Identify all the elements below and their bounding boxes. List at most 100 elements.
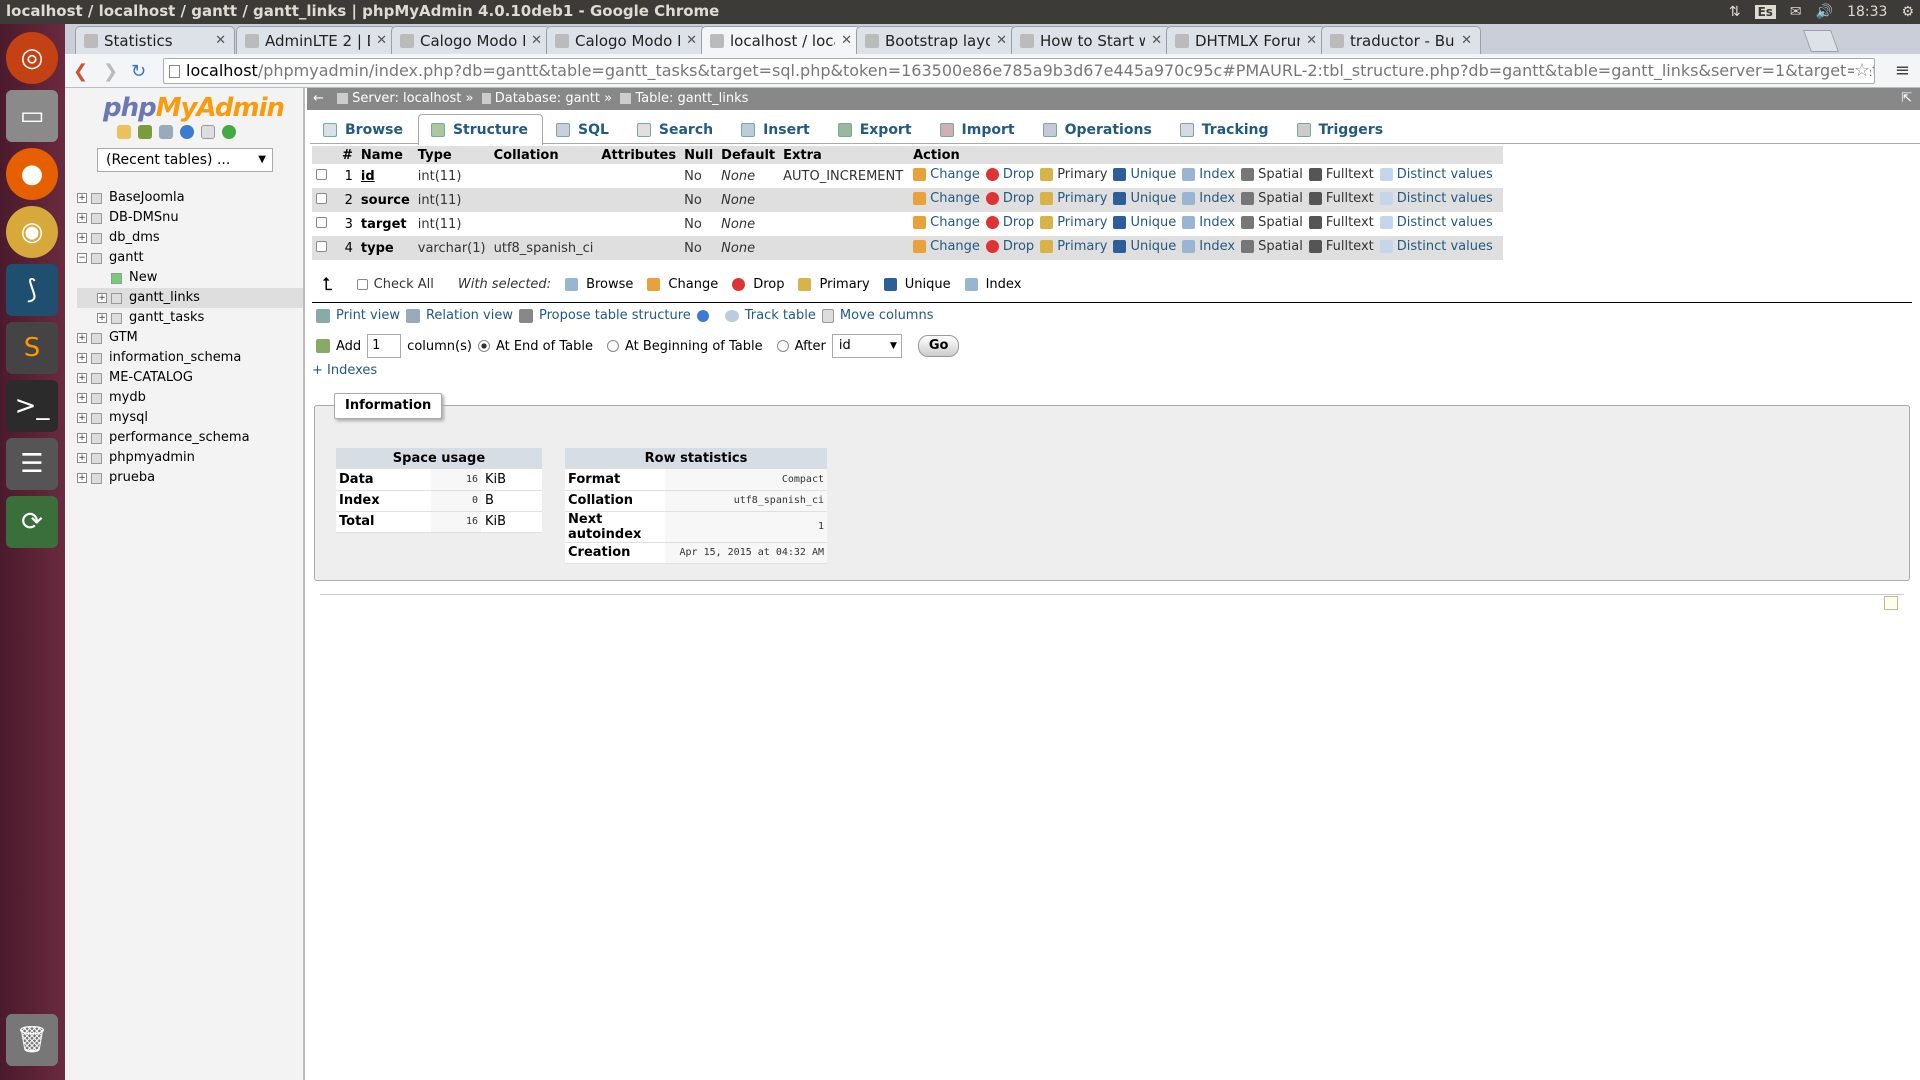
tab-sql[interactable]: SQL	[543, 114, 624, 144]
tree-node-label[interactable]: mydb	[109, 388, 146, 408]
documentation-icon[interactable]	[201, 125, 215, 139]
action-primary[interactable]: Primary	[1040, 239, 1107, 254]
tree-node[interactable]: + GTM	[77, 328, 303, 348]
terminal-icon[interactable]: >_	[6, 380, 58, 432]
action-change[interactable]: Change	[913, 239, 980, 254]
menu-icon[interactable]: ≡	[1895, 60, 1910, 81]
tab-search[interactable]: Search	[624, 114, 728, 144]
sublime-text-icon[interactable]: S	[6, 322, 58, 374]
tree-node[interactable]: + performance_schema	[77, 428, 303, 448]
action-unique[interactable]: Unique	[1113, 239, 1176, 254]
tree-node[interactable]: + information_schema	[77, 348, 303, 368]
after-label[interactable]: After	[795, 339, 826, 354]
pma-logo[interactable]: phpMyAdmin	[103, 93, 285, 123]
expand-icon[interactable]: +	[97, 293, 107, 303]
tree-node-label[interactable]: New	[129, 268, 157, 288]
action-spatial[interactable]: Spatial	[1241, 239, 1303, 254]
with-selected-drop[interactable]: Drop	[732, 277, 784, 292]
tree-node-label[interactable]: gantt	[109, 248, 144, 268]
browser-tab[interactable]: How to Start with dh ✕	[1011, 26, 1171, 54]
action-fulltext[interactable]: Fulltext	[1308, 215, 1374, 230]
with-selected-unique[interactable]: Unique	[883, 277, 951, 292]
action-distinct-values[interactable]: Distinct values	[1379, 191, 1493, 206]
tree-node-label[interactable]: GTM	[109, 328, 138, 348]
tree-node-label[interactable]: gantt_tasks	[129, 308, 204, 328]
logout-icon[interactable]	[138, 125, 152, 139]
action-change[interactable]: Change	[913, 191, 980, 206]
with-selected-change[interactable]: Change	[647, 277, 718, 292]
with-selected-browse[interactable]: Browse	[565, 277, 633, 292]
indexes-toggle-link[interactable]: + Indexes	[312, 363, 377, 378]
at-beginning-label[interactable]: At Beginning of Table	[625, 339, 763, 354]
action-unique[interactable]: Unique	[1113, 167, 1176, 182]
with-selected-primary[interactable]: Primary	[798, 277, 870, 292]
action-drop[interactable]: Drop	[985, 191, 1034, 206]
tree-node-label[interactable]: prueba	[109, 468, 155, 488]
tree-node-label[interactable]: ME-CATALOG	[109, 368, 193, 388]
action-primary[interactable]: Primary	[1040, 215, 1107, 230]
mysql-workbench-icon[interactable]: ⟆	[6, 264, 58, 316]
collapse-nav-icon[interactable]: ←	[313, 88, 324, 110]
trash-icon[interactable]: 🗑	[6, 1014, 58, 1066]
tree-node-label[interactable]: performance_schema	[109, 428, 250, 448]
action-spatial[interactable]: Spatial	[1241, 167, 1303, 182]
action-fulltext[interactable]: Fulltext	[1308, 167, 1374, 182]
propose-structure-link[interactable]: Propose table structure	[539, 308, 691, 323]
tree-node-label[interactable]: db_dms	[109, 228, 160, 248]
after-column-select[interactable]: id ▼	[831, 334, 902, 358]
browser-tab[interactable]: Statistics ✕	[75, 26, 235, 54]
action-drop[interactable]: Drop	[985, 239, 1034, 254]
tab-tracking[interactable]: Tracking	[1167, 114, 1284, 144]
track-table-link[interactable]: Track table	[745, 308, 816, 323]
tree-node-label[interactable]: DB-DMSnu	[109, 208, 179, 228]
close-tab-icon[interactable]: ✕	[1151, 33, 1162, 48]
tree-node[interactable]: + prueba	[77, 468, 303, 488]
close-tab-icon[interactable]: ✕	[531, 33, 542, 48]
expand-icon[interactable]: +	[97, 313, 107, 323]
breadcrumb-server[interactable]: Server: localhost »	[352, 91, 473, 106]
action-spatial[interactable]: Spatial	[1241, 215, 1303, 230]
reload-navigation-icon[interactable]	[222, 125, 236, 139]
tree-node[interactable]: + db_dms	[77, 228, 303, 248]
action-fulltext[interactable]: Fulltext	[1308, 191, 1374, 206]
browser-tab[interactable]: Bootstrap layout ✕	[856, 26, 1016, 54]
tree-node[interactable]: New	[77, 268, 303, 288]
tree-node[interactable]: + DB-DMSnu	[77, 208, 303, 228]
mail-icon[interactable]: ✉	[1790, 4, 1802, 20]
query-window-icon[interactable]	[159, 125, 173, 139]
close-tab-icon[interactable]: ✕	[1306, 33, 1317, 48]
network-icon[interactable]: ⇅	[1729, 4, 1741, 20]
tab-operations[interactable]: Operations	[1030, 114, 1167, 144]
browser-tab[interactable]: Calogo Modo Expert ✕	[391, 26, 551, 54]
collapse-icon[interactable]: −	[77, 253, 87, 263]
browser-tab[interactable]: traductor - Buscar co ✕	[1321, 26, 1481, 54]
home-icon[interactable]	[117, 125, 131, 139]
tree-node-label[interactable]: information_schema	[109, 348, 241, 368]
volume-icon[interactable]: 🔊	[1816, 4, 1833, 20]
close-tab-icon[interactable]: ✕	[215, 33, 226, 48]
row-checkbox[interactable]	[316, 240, 327, 252]
close-tab-icon[interactable]: ✕	[686, 33, 697, 48]
breadcrumb-database[interactable]: Database: gantt »	[495, 91, 612, 106]
tree-node-label[interactable]: mysql	[109, 408, 148, 428]
reload-icon[interactable]: ↻	[131, 61, 146, 82]
forward-icon[interactable]: ❯	[103, 61, 118, 82]
address-bar[interactable]: localhost/phpmyadmin/index.php?db=gantt&…	[163, 58, 1875, 84]
breadcrumb-table[interactable]: Table: gantt_links	[635, 91, 748, 106]
new-tab-button[interactable]	[1802, 30, 1840, 52]
with-selected-index[interactable]: Index	[964, 277, 1021, 292]
browser-tab[interactable]: localhost / localhost ✕	[701, 26, 861, 54]
tab-structure[interactable]: Structure	[417, 114, 543, 145]
tree-node-label[interactable]: BaseJoomla	[109, 188, 185, 208]
recent-tables-select[interactable]: (Recent tables) ... ▼	[97, 148, 273, 172]
at-end-label[interactable]: At End of Table	[496, 339, 593, 354]
software-updater-icon[interactable]: ⟳	[6, 496, 58, 548]
files-icon[interactable]: ▭	[6, 90, 58, 142]
action-distinct-values[interactable]: Distinct values	[1379, 167, 1493, 182]
expand-icon[interactable]: +	[77, 193, 87, 203]
tree-node-label[interactable]: gantt_links	[129, 288, 200, 308]
action-index[interactable]: Index	[1182, 191, 1235, 206]
tab-triggers[interactable]: Triggers	[1284, 114, 1399, 144]
action-index[interactable]: Index	[1182, 215, 1235, 230]
after-radio[interactable]	[776, 340, 789, 352]
